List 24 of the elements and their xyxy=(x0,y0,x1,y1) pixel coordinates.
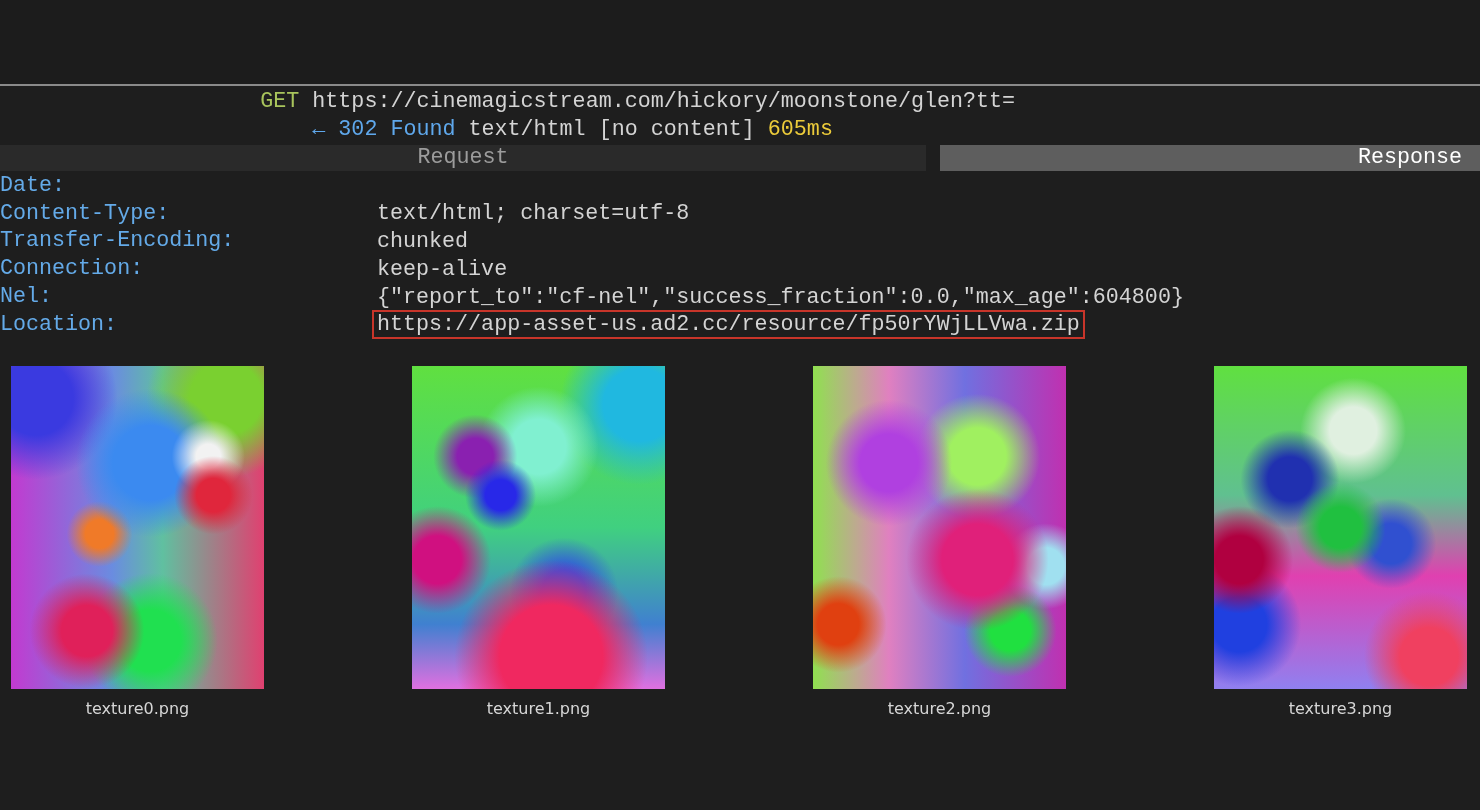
file-name: texture3.png xyxy=(1288,698,1393,719)
status-code: 302 Found xyxy=(338,116,456,144)
body-note: [no content] xyxy=(598,116,755,144)
request-url: https://cinemagicstream.com/hickory/moonstone/glen?tt= xyxy=(312,88,1016,116)
header-value: text/html; charset=utf-8 xyxy=(376,200,691,229)
file-name: texture0.png xyxy=(85,698,190,719)
response-arrow: ← xyxy=(312,116,326,144)
header-value: https://app-asset-us.ad2.cc/resource/fp50rYWjLLVwa.zip xyxy=(372,310,1085,340)
panel-tab[interactable]: Response xyxy=(940,145,1480,171)
response-time: 605ms xyxy=(767,116,833,144)
content-type: text/html xyxy=(468,116,586,144)
header-name: Content-Type: xyxy=(0,200,171,227)
panel-tab[interactable]: Request xyxy=(0,145,926,171)
header-name: Nel: xyxy=(0,284,54,311)
header-value: {"report_to":"cf-nel","success_fraction":0.0,"max_age":604800} xyxy=(376,283,1185,312)
header-name: Date: xyxy=(0,172,67,201)
file-name: texture2.png xyxy=(887,698,992,719)
file-name: texture1.png xyxy=(486,698,591,719)
header-name: Transfer-Encoding: xyxy=(0,228,236,255)
http-method: GET xyxy=(260,88,300,116)
header-value: keep-alive xyxy=(376,255,509,284)
header-value: chunked xyxy=(376,228,470,256)
header-name: Connection: xyxy=(0,256,145,283)
header-name: Location: xyxy=(0,311,119,338)
